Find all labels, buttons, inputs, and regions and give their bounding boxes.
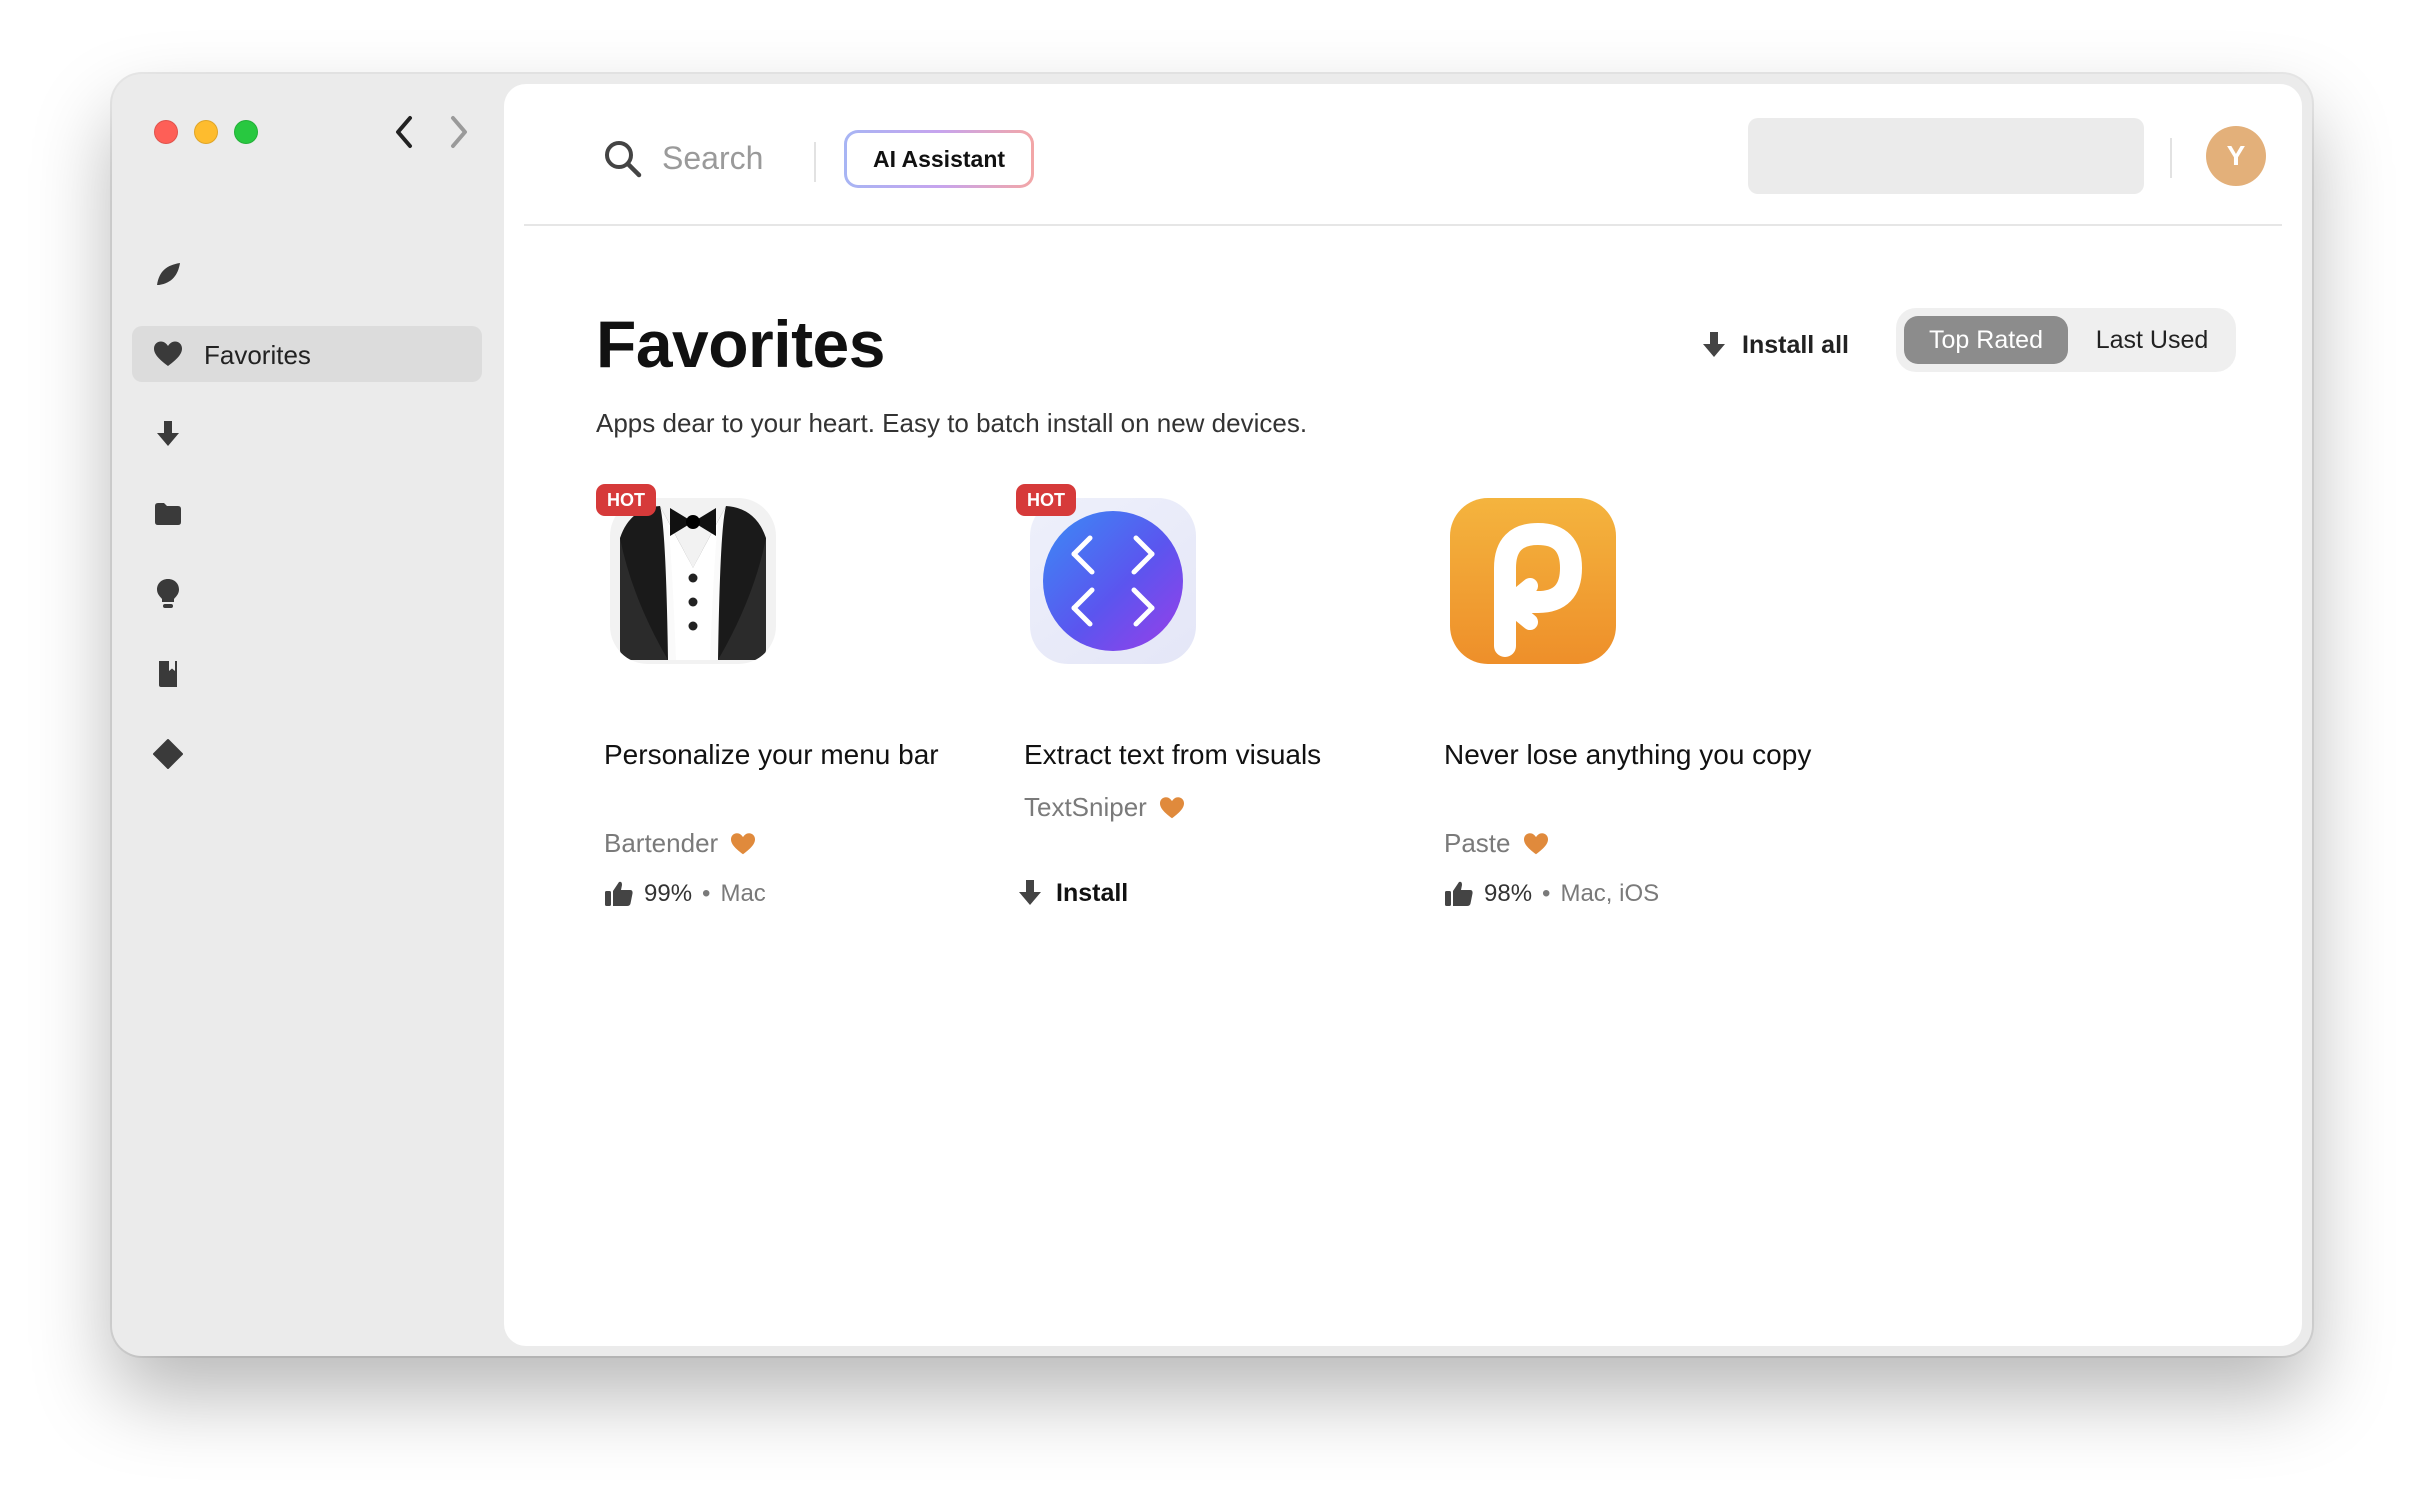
heart-icon[interactable] bbox=[1523, 832, 1549, 856]
install-all-button[interactable]: Install all bbox=[1700, 330, 1849, 360]
sidebar-item-collections[interactable] bbox=[148, 494, 188, 534]
app-platforms: Mac, iOS bbox=[1560, 880, 1660, 907]
lightbulb-icon bbox=[157, 579, 179, 608]
chevron-left-icon bbox=[396, 116, 412, 148]
sidebar-item-premium[interactable] bbox=[148, 734, 188, 774]
sidebar-item-guides[interactable] bbox=[148, 654, 188, 694]
app-rating: 99% bbox=[644, 880, 693, 907]
hot-badge: HOT bbox=[596, 484, 656, 516]
sidebar-item-discover[interactable] bbox=[148, 254, 188, 294]
toolbar-placeholder bbox=[1748, 118, 2144, 194]
chevron-right-icon bbox=[451, 116, 467, 148]
install-button[interactable]: Install bbox=[1016, 878, 1128, 908]
folder-icon bbox=[155, 503, 181, 525]
heart-icon[interactable] bbox=[730, 832, 756, 856]
zoom-window-button[interactable] bbox=[234, 120, 258, 144]
bartender-tuxedo-icon bbox=[610, 498, 776, 664]
minimize-window-button[interactable] bbox=[194, 120, 218, 144]
install-all-label: Install all bbox=[1742, 330, 1849, 359]
app-name: TextSniper bbox=[1024, 792, 1185, 823]
sidebar-item-ideas[interactable] bbox=[148, 574, 188, 614]
back-button[interactable] bbox=[382, 110, 426, 154]
avatar[interactable]: Y bbox=[2206, 126, 2266, 186]
heart-icon[interactable] bbox=[1159, 796, 1185, 820]
toolbar-divider bbox=[2170, 138, 2172, 178]
hot-badge: HOT bbox=[1016, 484, 1076, 516]
app-meta: 99% • Mac bbox=[604, 880, 766, 908]
close-window-button[interactable] bbox=[154, 120, 178, 144]
app-platforms: Mac bbox=[720, 880, 766, 907]
app-tagline: Personalize your menu bar bbox=[604, 739, 939, 770]
app-window: Favorites Search AI Assistant Y Favorite… bbox=[112, 74, 2312, 1356]
app-name: Paste bbox=[1444, 828, 1549, 859]
textsniper-icon bbox=[1030, 498, 1196, 664]
heart-icon bbox=[154, 341, 182, 366]
book-icon bbox=[159, 661, 177, 687]
search-input[interactable]: Search bbox=[662, 140, 763, 177]
app-name-label: Paste bbox=[1444, 828, 1511, 858]
download-icon bbox=[1703, 332, 1725, 357]
ai-assistant-button[interactable]: AI Assistant bbox=[844, 130, 1034, 188]
toolbar-divider bbox=[814, 142, 816, 182]
sort-top-rated[interactable]: Top Rated bbox=[1904, 316, 2068, 364]
app-tagline: Never lose anything you copy bbox=[1444, 739, 1812, 770]
page-subtitle: Apps dear to your heart. Easy to batch i… bbox=[596, 408, 1308, 438]
sort-last-used[interactable]: Last Used bbox=[2076, 316, 2228, 364]
meta-separator: • bbox=[702, 880, 711, 907]
page-title: Favorites bbox=[596, 307, 885, 381]
app-name-label: TextSniper bbox=[1024, 792, 1147, 822]
app-name-label: Bartender bbox=[604, 828, 719, 858]
thumbs-up-icon bbox=[605, 881, 633, 906]
sidebar-item-favorites-icon bbox=[148, 334, 188, 374]
sidebar-item-label: Favorites bbox=[204, 340, 311, 370]
app-tagline: Extract text from visuals bbox=[1024, 739, 1322, 770]
forward-button[interactable] bbox=[437, 110, 481, 154]
search-icon[interactable] bbox=[602, 138, 644, 180]
install-label: Install bbox=[1056, 878, 1129, 907]
leaf-icon bbox=[157, 263, 180, 285]
download-icon bbox=[157, 421, 179, 446]
paste-icon bbox=[1450, 498, 1616, 664]
main-content: Search AI Assistant Y Favorites Apps dea… bbox=[504, 84, 2302, 1346]
header-divider bbox=[524, 224, 2282, 226]
sidebar-item-downloads[interactable] bbox=[148, 414, 188, 454]
download-icon bbox=[1019, 880, 1041, 905]
app-name: Bartender bbox=[604, 828, 756, 859]
sort-segmented-control: Top Rated Last Used bbox=[1896, 308, 2236, 372]
thumbs-up-icon bbox=[1445, 881, 1473, 906]
sidebar: Favorites bbox=[112, 74, 504, 1356]
ai-assistant-label: AI Assistant bbox=[847, 133, 1031, 185]
diamond-icon bbox=[153, 739, 183, 769]
meta-separator: • bbox=[1542, 880, 1551, 907]
app-rating: 98% bbox=[1484, 880, 1533, 907]
app-meta: 98% • Mac, iOS bbox=[1444, 880, 1659, 908]
